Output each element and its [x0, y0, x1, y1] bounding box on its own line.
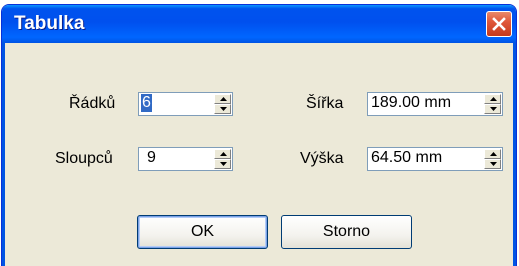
arrow-up-icon: [490, 152, 497, 156]
cols-spinner[interactable]: 9: [138, 147, 233, 171]
width-decrement-button[interactable]: [484, 104, 501, 114]
height-spin-buttons: [484, 149, 501, 169]
height-input[interactable]: 64.50 mm: [371, 149, 442, 167]
window-title: Tabulka: [14, 13, 85, 34]
ok-button[interactable]: OK: [137, 215, 268, 249]
width-input[interactable]: 189.00 mm: [371, 94, 451, 112]
rows-label: Řádků: [69, 95, 116, 112]
cols-decrement-button[interactable]: [214, 159, 231, 169]
cancel-button[interactable]: Storno: [281, 215, 412, 249]
window-border-right: [513, 43, 516, 266]
width-increment-button[interactable]: [484, 94, 501, 104]
height-increment-button[interactable]: [484, 149, 501, 159]
dialog-window: Tabulka Řádků 6 Šířka 189.00 mm Sloupců …: [1, 4, 517, 266]
arrow-up-icon: [220, 97, 227, 101]
cols-label: Sloupců: [55, 150, 113, 167]
title-bar[interactable]: Tabulka: [2, 5, 516, 43]
arrow-down-icon: [490, 162, 497, 166]
rows-spinner[interactable]: 6: [138, 92, 233, 116]
close-icon: [492, 17, 506, 31]
width-spin-buttons: [484, 94, 501, 114]
close-button[interactable]: [486, 11, 512, 37]
arrow-up-icon: [220, 152, 227, 156]
arrow-down-icon: [490, 107, 497, 111]
arrow-up-icon: [490, 97, 497, 101]
height-decrement-button[interactable]: [484, 159, 501, 169]
window-border-left: [2, 43, 5, 266]
width-spinner[interactable]: 189.00 mm: [367, 92, 503, 116]
rows-input[interactable]: 6: [141, 94, 152, 112]
cols-spin-buttons: [214, 149, 231, 169]
height-spinner[interactable]: 64.50 mm: [367, 147, 503, 171]
arrow-down-icon: [220, 107, 227, 111]
arrow-down-icon: [220, 162, 227, 166]
rows-increment-button[interactable]: [214, 94, 231, 104]
rows-spin-buttons: [214, 94, 231, 114]
cols-input[interactable]: 9: [147, 149, 156, 167]
cols-increment-button[interactable]: [214, 149, 231, 159]
rows-decrement-button[interactable]: [214, 104, 231, 114]
width-label: Šířka: [306, 95, 344, 112]
height-label: Výška: [300, 150, 344, 167]
